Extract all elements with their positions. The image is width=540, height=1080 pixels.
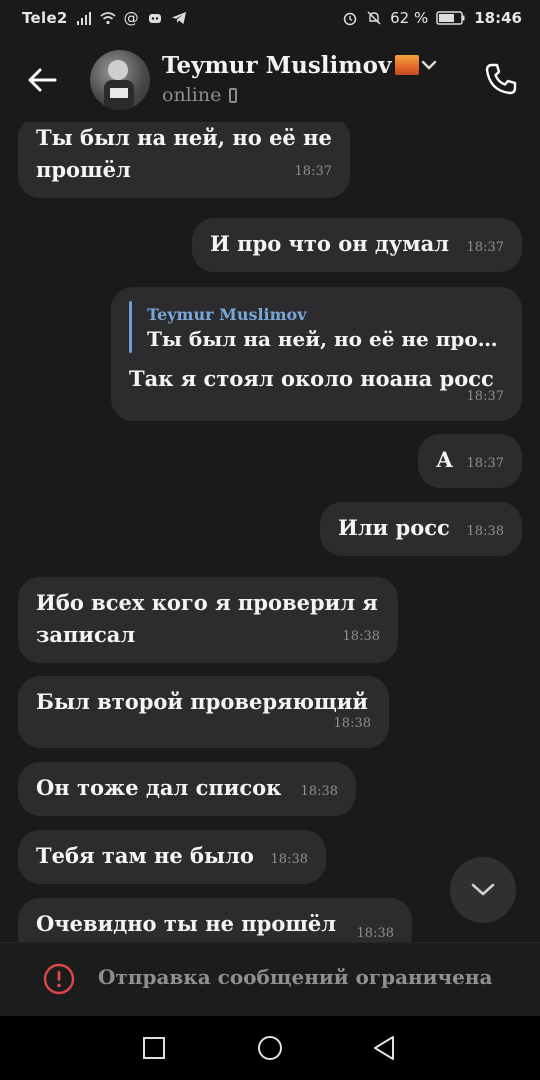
message-bubble-incoming[interactable]: Тебя там не было 18:38 (18, 830, 326, 884)
telegram-icon (171, 12, 186, 24)
chevron-down-icon[interactable] (420, 58, 438, 72)
message-time: 18:37 (466, 456, 504, 471)
status-bar: Tele2 @ 62 % 18:46 (0, 0, 540, 36)
message-bubble-incoming[interactable]: Ты был на ней, но её не прошёл 18:37 (18, 122, 350, 198)
scroll-to-bottom-button[interactable] (450, 857, 516, 923)
contact-name-text: Teymur Muslimov (162, 52, 392, 79)
message-text: Очевидно ты не прошёл (36, 911, 337, 936)
message-time: 18:38 (342, 629, 380, 644)
phone-icon (485, 63, 517, 95)
carrier-label: Tele2 (22, 9, 68, 27)
device-icon (229, 87, 238, 103)
back-button[interactable] (20, 58, 64, 102)
triangle-back-icon (374, 1036, 394, 1060)
back-nav-button[interactable] (370, 1034, 398, 1062)
alarm-icon (343, 12, 357, 26)
message-bubble-incoming[interactable]: Очевидно ты не прошёл 18:38 (18, 898, 412, 942)
message-text: Он тоже дал список (36, 775, 282, 800)
status-text: online (162, 84, 222, 106)
message-time: 18:37 (294, 164, 332, 179)
chat-header: Teymur Muslimov online (0, 36, 540, 122)
reply-accent-bar (129, 301, 132, 353)
message-time: 18:38 (356, 926, 394, 941)
signal-icon (76, 12, 91, 25)
square-icon (143, 1037, 165, 1059)
message-time: 18:38 (333, 716, 371, 731)
restriction-text: Отправка сообщений ограничена (98, 965, 493, 989)
message-bubble-incoming[interactable]: Ибо всех кого я проверил я записал 18:38 (18, 577, 398, 663)
message-text: Был второй проверяющий (36, 689, 368, 714)
messaging-restricted-bar: Отправка сообщений ограничена (0, 942, 540, 1017)
message-list[interactable]: Ты был на ней, но её не прошёл 18:37 И п… (0, 122, 540, 942)
avatar[interactable] (90, 50, 150, 110)
message-time: 18:38 (270, 852, 308, 867)
message-time: 18:38 (466, 524, 504, 539)
message-bubble-outgoing[interactable]: Или росс 18:38 (320, 502, 522, 556)
arrow-left-icon (28, 68, 57, 92)
system-navigation-bar (0, 1016, 540, 1080)
message-line: записал (36, 622, 136, 647)
battery-percent: 62 % (390, 9, 429, 27)
mute-icon (367, 11, 381, 25)
message-bubble-outgoing[interactable]: А 18:37 (418, 434, 522, 488)
message-time: 18:37 (466, 389, 504, 404)
message-text: Ты был на ней, но её не прошёл (36, 122, 332, 186)
message-line: Ты был на ней, но её не (36, 125, 332, 150)
call-button[interactable] (478, 56, 524, 102)
message-bubble-incoming[interactable]: Был второй проверяющий 18:38 (18, 676, 389, 748)
chevron-down-icon (471, 883, 495, 896)
message-text: Или росс (338, 515, 450, 540)
message-bubble-outgoing-reply[interactable]: Teymur Muslimov Ты был на ней, но её не … (111, 287, 522, 421)
avatar-photo-icon (104, 60, 134, 110)
message-bubble-outgoing[interactable]: И про что он думал 18:37 (192, 218, 522, 272)
message-text: И про что он думал (210, 231, 450, 256)
clock: 18:46 (474, 9, 522, 27)
message-text: А (436, 447, 454, 472)
contact-name[interactable]: Teymur Muslimov (162, 52, 420, 79)
message-time: 18:38 (300, 784, 338, 799)
battery-icon (436, 11, 465, 25)
recents-button[interactable] (140, 1034, 168, 1062)
circle-icon (258, 1036, 282, 1060)
wifi-icon (100, 12, 116, 25)
warning-icon (43, 963, 75, 995)
at-icon: @ (123, 9, 139, 27)
reply-preview[interactable]: Ты был на ней, но её не про… (147, 323, 498, 355)
message-text: Так я стоял около ноана росс (129, 366, 494, 391)
message-line: прошёл (36, 157, 131, 182)
discord-icon (148, 14, 161, 23)
message-text: Тебя там не было (36, 843, 254, 868)
contact-status: online (162, 84, 238, 106)
message-line: Ибо всех кого я проверил я (36, 590, 378, 615)
home-button[interactable] (256, 1034, 284, 1062)
sunset-emoji-icon (395, 55, 420, 75)
message-bubble-incoming[interactable]: Он тоже дал список 18:38 (18, 762, 356, 816)
message-time: 18:37 (466, 240, 504, 255)
message-text: Ибо всех кого я проверил я записал (36, 587, 378, 651)
